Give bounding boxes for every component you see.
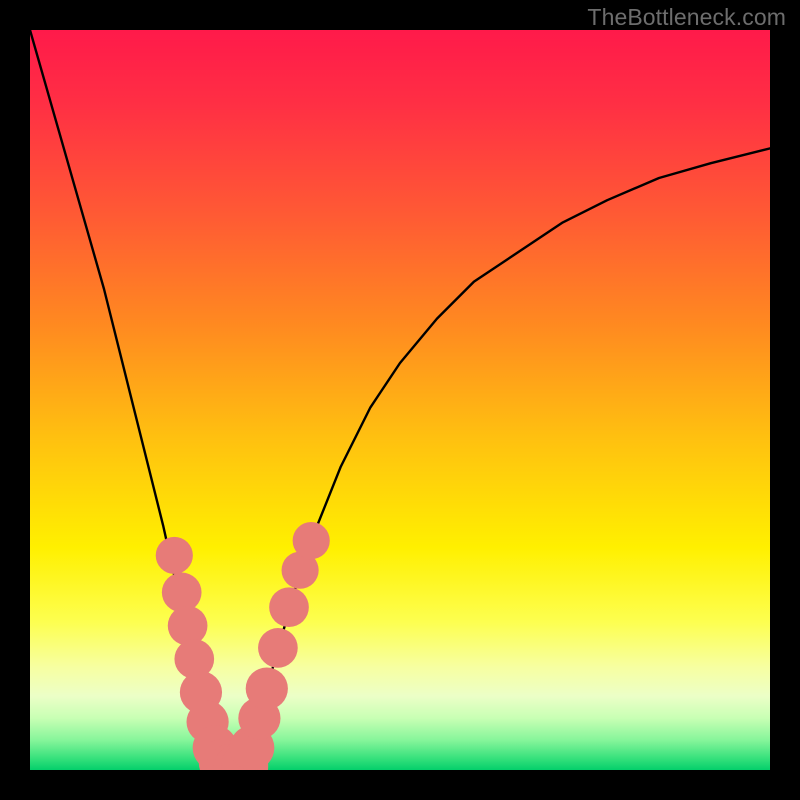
curve-marker xyxy=(269,587,309,627)
chart-frame: TheBottleneck.com xyxy=(0,0,800,800)
curve-marker xyxy=(156,537,193,574)
curve-right-branch xyxy=(245,148,770,770)
curve-marker xyxy=(293,522,330,559)
curve-marker xyxy=(258,628,298,668)
bottleneck-curve xyxy=(30,30,770,770)
curve-marker xyxy=(162,573,202,613)
plot-area xyxy=(30,30,770,770)
curve-marker xyxy=(168,606,208,646)
curve-marker xyxy=(246,668,288,710)
watermark-text: TheBottleneck.com xyxy=(587,4,786,31)
